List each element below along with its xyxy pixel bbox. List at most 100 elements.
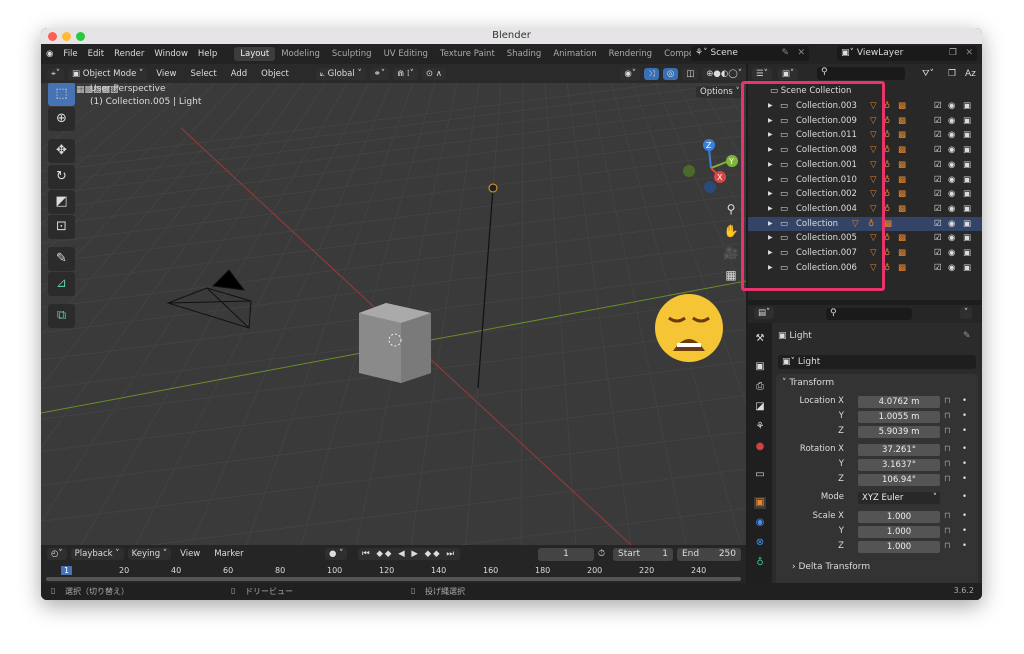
menu-window[interactable]: Window [149,49,193,59]
tab-shading[interactable]: Shading [501,47,548,61]
lock-icon[interactable]: ⊓ [944,459,951,469]
tool-select-box[interactable]: ⬚ [48,83,75,106]
navigation-gizmo[interactable]: Z Y X [683,139,738,193]
exclude-checkbox[interactable]: ☑ [934,187,942,202]
lock-icon[interactable]: ⊓ [944,474,951,484]
auto-key-button[interactable]: ● ˅ [325,548,347,560]
rotation-field[interactable]: 106.94° [858,474,940,486]
render-camera-icon[interactable]: ▣ [963,187,971,202]
eye-icon[interactable]: ◉ [948,217,955,232]
collection-tab-icon[interactable]: ▭ [754,469,766,481]
eye-icon[interactable]: ◉ [948,187,955,202]
lock-icon[interactable]: ⊓ [944,526,951,536]
end-frame-field[interactable]: End250 [677,548,741,561]
menu-help[interactable]: Help [193,49,222,59]
exclude-checkbox[interactable]: ☑ [934,217,942,232]
menu-select[interactable]: Select [185,69,221,79]
copy-icon[interactable]: ❐ [949,46,957,61]
tab-modeling[interactable]: Modeling [275,47,326,61]
keyframe-dot-icon[interactable]: • [962,541,967,551]
light-data-tab-icon[interactable]: ♁ [754,557,766,569]
eye-icon[interactable]: ◉ [948,143,955,158]
render-camera-icon[interactable]: ▣ [963,261,971,276]
exclude-checkbox[interactable]: ☑ [934,202,942,217]
start-frame-field[interactable]: Start1 [613,548,673,561]
tool-cursor[interactable]: ⊕ [48,107,75,131]
tab-layout[interactable]: Layout [234,47,275,61]
lock-icon[interactable]: ⊓ [944,396,951,406]
rotation-mode-dropdown[interactable]: XYZ Euler˅ [858,492,940,504]
timeline-scrollbar[interactable] [46,577,741,581]
menu-add[interactable]: Add [226,69,252,79]
close-window-button[interactable] [48,32,57,41]
properties-search-input[interactable]: ⚲ [826,308,912,320]
view-layer-tab-icon[interactable]: ◪ [754,401,766,413]
editor-type-icon[interactable]: ▤˅ [754,307,774,319]
scene-tab-icon[interactable]: ⚘ [754,421,766,433]
render-camera-icon[interactable]: ▣ [963,99,971,114]
display-mode-icon[interactable]: ☰˅ [752,68,772,80]
proportional-edit-icon[interactable]: ⊙ ∧ [422,68,446,80]
exclude-checkbox[interactable]: ☑ [934,158,942,173]
tool-add-cube[interactable]: ⧉ [48,304,75,328]
view-layer-selector[interactable]: ▣˅ ViewLayer ❐ ✕ [837,46,977,61]
current-frame-field[interactable]: 1 [538,548,594,561]
close-icon[interactable]: ✕ [797,46,805,61]
eye-icon[interactable]: ◉ [948,246,955,261]
render-camera-icon[interactable]: ▣ [963,114,971,129]
frame-ruler[interactable]: 120406080100120140160180200220240 [41,566,746,576]
world-tab-icon[interactable]: ● [754,441,766,453]
zoom-window-button[interactable] [76,32,85,41]
scale-field[interactable]: 1.000 [858,526,940,538]
filter-view-icon[interactable]: ▣˅ [778,68,798,80]
keyframe-dot-icon[interactable]: • [962,511,967,521]
close-icon[interactable]: ✕ [965,46,973,61]
grid-perspective-icon[interactable]: ▦ [722,264,740,286]
tool-transform[interactable]: ⊡ [48,215,75,239]
tool-measure[interactable]: ⊿ [48,272,75,296]
rotation-field[interactable]: 37.261° [858,444,940,456]
constraints-tab-icon[interactable]: ⊗ [754,537,766,549]
tool-move[interactable]: ✥ [48,139,75,163]
render-camera-icon[interactable]: ▣ [963,231,971,246]
playback-controls[interactable]: ⏮ ◆◆ ◀ ▶ ◆◆ ⏭ [358,548,460,560]
filter-icon[interactable]: ⛛˅ [922,69,934,79]
exclude-checkbox[interactable]: ☑ [934,231,942,246]
menu-view[interactable]: View [151,69,181,79]
location-field[interactable]: 1.0055 m [858,411,940,423]
outliner-search-input[interactable]: ⚲ [817,67,905,80]
tab-sculpting[interactable]: Sculpting [326,47,378,61]
render-camera-icon[interactable]: ▣ [963,158,971,173]
stopwatch-icon[interactable]: ⏱ [598,549,605,559]
tool-scale[interactable]: ◩ [48,190,75,214]
menu-file[interactable]: File [58,49,82,59]
exclude-checkbox[interactable]: ☑ [934,246,942,261]
3d-viewport[interactable]: Z Y X User Perspective (1) Collection.00… [41,83,746,545]
mode-dropdown[interactable]: ▣ Object Mode ˅ [68,68,147,80]
zoom-icon[interactable]: ⚲ [722,198,740,220]
options-dropdown[interactable]: Options ˅ [696,86,744,98]
visibility-icon[interactable]: ◉˅ [620,68,640,80]
exclude-checkbox[interactable]: ☑ [934,261,942,276]
exclude-checkbox[interactable]: ☑ [934,114,942,129]
eye-icon[interactable]: ◉ [948,231,955,246]
keying-menu[interactable]: Keying ˅ [128,548,172,560]
render-camera-icon[interactable]: ▣ [963,143,971,158]
keyframe-dot-icon[interactable]: • [962,474,967,484]
tab-uv-editing[interactable]: UV Editing [378,47,434,61]
transform-panel-header[interactable]: ˅ Transform [776,374,978,388]
render-camera-icon[interactable]: ▣ [963,202,971,217]
tool-annotate[interactable]: ✎ [48,247,75,271]
camera-view-icon[interactable]: 🎥 [722,242,740,264]
keyframe-dot-icon[interactable]: • [962,459,967,469]
gizmo-toggle-icon[interactable]: ⤨ [644,68,659,80]
editor-type-icon[interactable]: ◴˅ [47,548,67,560]
playback-menu[interactable]: Playback ˅ [71,548,124,560]
exclude-checkbox[interactable]: ☑ [934,143,942,158]
render-camera-icon[interactable]: ▣ [963,246,971,261]
eye-icon[interactable]: ◉ [948,202,955,217]
object-name-field[interactable]: ▣˅ Light [778,355,976,369]
render-camera-icon[interactable]: ▣ [963,217,971,232]
exclude-checkbox[interactable]: ☑ [934,99,942,114]
keyframe-dot-icon[interactable]: • [962,526,967,536]
